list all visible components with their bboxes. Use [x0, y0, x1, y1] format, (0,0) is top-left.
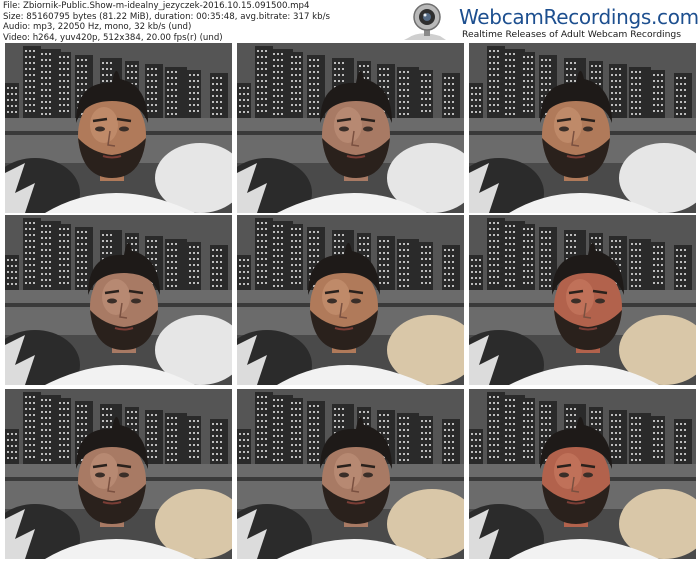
thumbnail-image [469, 215, 696, 385]
video-thumbnail [237, 43, 464, 213]
thumbnail-image [469, 389, 696, 559]
file-info-line-size: Size: 85160795 bytes (81.22 MiB), durati… [3, 11, 330, 22]
brand-name: WebcamRecordings.com [459, 5, 699, 29]
video-thumbnail [5, 43, 232, 213]
site-logo: WebcamRecordings.com Realtime Releases o… [400, 2, 699, 42]
file-info-line-audio: Audio: mp3, 22050 Hz, mono, 32 kb/s (und… [3, 22, 192, 33]
file-info-line-video: Video: h264, yuv420p, 512x384, 20.00 fps… [3, 32, 223, 43]
video-thumbnail [469, 389, 696, 559]
thumbnail-image [237, 389, 464, 559]
thumbnail-image [237, 215, 464, 385]
video-thumbnail [5, 389, 232, 559]
webcam-icon [404, 3, 446, 40]
thumbnail-image [469, 43, 696, 213]
thumbnail-image [5, 215, 232, 385]
thumbnail-image [5, 389, 232, 559]
brand-tagline: Realtime Releases of Adult Webcam Record… [462, 29, 682, 40]
video-thumbnail [5, 215, 232, 385]
video-thumbnail [469, 215, 696, 385]
video-thumbnail [237, 389, 464, 559]
thumbnail-image [5, 43, 232, 213]
file-info-line-file: File: Zbiornik-Public.Show-m-idealny_jez… [3, 1, 310, 11]
video-thumbnail [237, 215, 464, 385]
file-info: File: Zbiornik-Public.Show-m-idealny_jez… [3, 1, 330, 43]
thumbnail-image [237, 43, 464, 213]
video-thumbnail [469, 43, 696, 213]
